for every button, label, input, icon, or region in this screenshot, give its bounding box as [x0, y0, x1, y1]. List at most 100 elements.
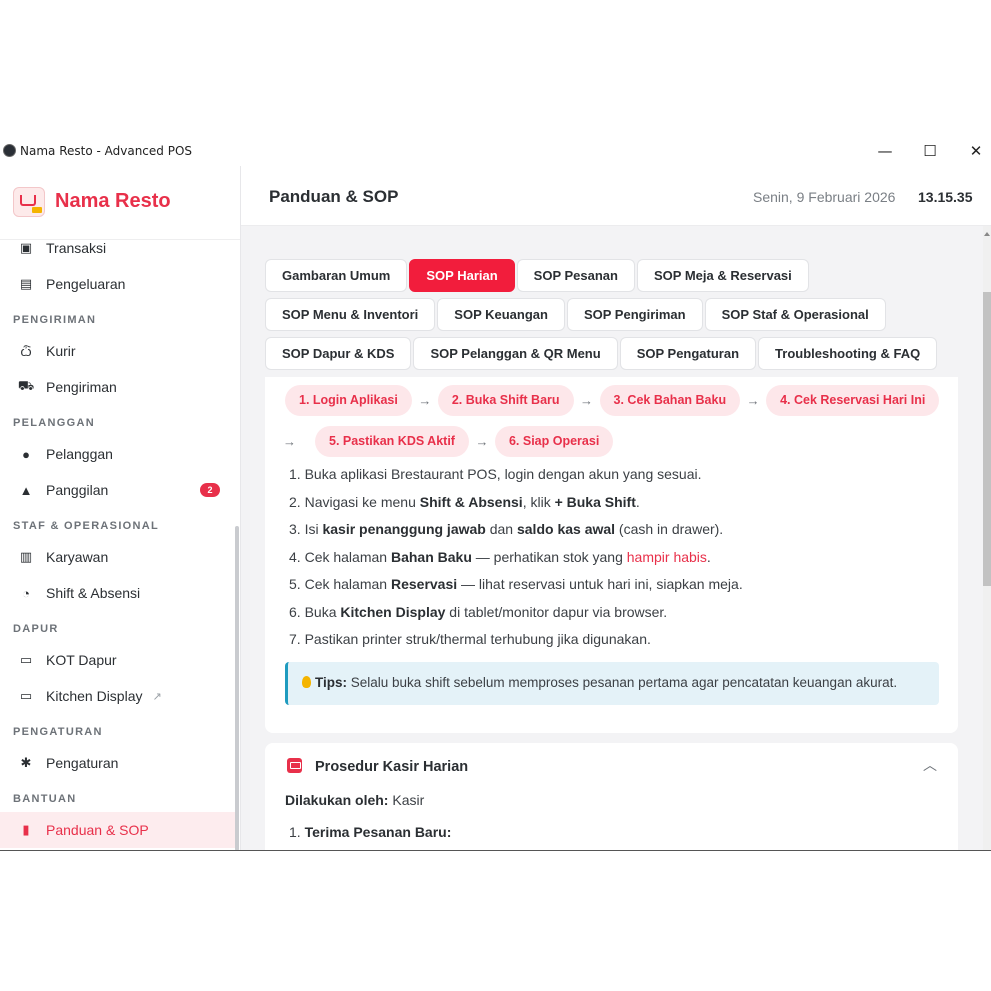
tab-sop-pengiriman[interactable]: SOP Pengiriman [566, 298, 703, 331]
steps-flow: 1. Login Aplikasi → 2. Buka Shift Baru → 3. … [283, 380, 955, 462]
tab-row: Gambaran Umum SOP Harian SOP Pesanan SOP Me… [265, 259, 955, 298]
instruction-warning: hampir habis [626, 548, 707, 565]
sidebar-item-pengiriman[interactable]: ⛟ Pengiriman [0, 369, 240, 405]
app-window: Nama Resto - Advanced POS — ☐ ✕ Nama Res… [0, 136, 991, 851]
instruction-item: 2. Navigasi ke menu Shift & Absensi, kli… [289, 493, 640, 510]
procedure-title[interactable]: Prosedur Kasir Harian [315, 759, 468, 775]
minimize-button[interactable]: — [874, 140, 896, 162]
monitor-icon: ▭ [19, 688, 33, 703]
step-pill: 6. Siap Operasi [494, 426, 614, 457]
cash-register-icon [287, 758, 302, 773]
step-pill: 2. Buka Shift Baru [437, 385, 574, 416]
scroll-thumb[interactable] [983, 292, 991, 586]
instruction-text: Cek halaman [304, 576, 391, 592]
sidebar-item-kurir[interactable]: ѽ Kurir [0, 333, 240, 369]
performer-value: Kasir [388, 792, 425, 808]
sidebar-item-label: Pelanggan [46, 446, 113, 462]
instruction-text: . [706, 548, 711, 565]
procedure-card: Prosedur Kasir Harian ︿ Dilakukan oleh: … [265, 743, 958, 850]
tab-sop-staf-operasional[interactable]: SOP Staf & Operasional [704, 298, 886, 331]
performer-label: Dilakukan oleh: [285, 792, 389, 808]
close-button[interactable]: ✕ [965, 140, 987, 162]
instruction-text: Pastikan printer struk/thermal terhubung… [304, 631, 651, 647]
arrow-right-icon: → [475, 434, 489, 449]
procedure-step-title: Terima Pesanan Baru: [304, 824, 452, 840]
instruction-item: 1. Buka aplikasi Brestaurant POS, login … [289, 466, 702, 482]
instruction-text: Buka [304, 603, 341, 620]
sidebar-item-transaksi[interactable]: ▣ Transaksi [0, 230, 240, 266]
book-icon: ▮ [22, 822, 30, 837]
sidebar-item-kitchen-display[interactable]: ▭ Kitchen Display ↗ [0, 678, 240, 714]
sidebar-item-panggilan[interactable]: ▲ Panggilan 2 [0, 472, 240, 508]
instruction-item: 3. Isi kasir penanggung jawab dan saldo … [289, 521, 724, 537]
sidebar-item-label: Pengaturan [46, 755, 119, 771]
external-link-icon: ↗ [152, 690, 162, 703]
instruction-text: Cek halaman [304, 548, 391, 565]
sidebar-item-pengaturan[interactable]: ✱ Pengaturan [0, 745, 240, 781]
sidebar-item-panduan-sop[interactable]: ▮ Panduan & SOP [0, 812, 236, 848]
tab-sop-keuangan[interactable]: SOP Keuangan [437, 298, 565, 331]
sidebar-item-label: Shift & Absensi [46, 585, 141, 601]
notification-badge: 2 [200, 483, 220, 497]
step-row: → 5. Pastikan KDS Aktif → 6. Siap Operasi [283, 421, 955, 462]
ticket-icon: ▭ [19, 652, 33, 667]
tab-sop-dapur-kds[interactable]: SOP Dapur & KDS [265, 337, 412, 370]
sidebar-nav: ▣ Transaksi ▤ Pengeluaran PENGIRIMAN ѽ Kurir ⛟ P… [0, 230, 240, 848]
brand[interactable]: Nama Resto [0, 166, 240, 240]
tab-troubleshooting-faq[interactable]: Troubleshooting & FAQ [758, 337, 938, 370]
arrow-right-icon: → [580, 393, 594, 408]
sidebar-item-label: Pengiriman [46, 379, 117, 395]
maximize-button[interactable]: ☐ [919, 140, 941, 162]
cash-icon: ▣ [19, 240, 33, 255]
instruction-emphasis: Reservasi [390, 576, 458, 592]
sidebar-item-pengeluaran[interactable]: ▤ Pengeluaran [0, 266, 240, 302]
instruction-text: dan [485, 521, 517, 537]
step-pill: 1. Login Aplikasi [285, 385, 412, 416]
bell-icon: ▲ [19, 482, 33, 498]
sidebar-section-heading: PELANGGAN [13, 417, 95, 429]
tab-sop-pelanggan-qr-menu[interactable]: SOP Pelanggan & QR Menu [413, 337, 618, 370]
sidebar-item-kot-dapur[interactable]: ▭ KOT Dapur [0, 642, 240, 678]
arrow-right-icon: → [283, 434, 296, 449]
instruction-item: 5. Cek halaman Reservasi — lihat reserva… [289, 576, 743, 592]
sidebar-section-heading: PENGIRIMAN [13, 314, 97, 326]
tab-sop-menu-inventori[interactable]: SOP Menu & Inventori [265, 298, 436, 331]
sop-harian-card: 1. Login Aplikasi → 2. Buka Shift Baru → 3. … [265, 377, 958, 733]
title-bar: Nama Resto - Advanced POS — ☐ ✕ [0, 136, 991, 166]
instruction-text: di tablet/monitor dapur via browser. [445, 603, 668, 620]
tab-sop-pengaturan[interactable]: SOP Pengaturan [619, 337, 757, 370]
sidebar: Nama Resto ▣ Transaksi ▤ Pengeluaran PENGIRI… [0, 166, 241, 850]
arrow-right-icon: → [746, 393, 760, 408]
scroll-up-icon[interactable] [984, 232, 990, 236]
brand-name: Nama Resto [55, 190, 171, 212]
tab-gambaran-umum[interactable]: Gambaran Umum [265, 259, 408, 292]
id-badge-icon: ▥ [19, 549, 33, 564]
sidebar-item-shift-absensi[interactable]: ◔ Shift & Absensi [0, 575, 240, 611]
main-scrollbar[interactable] [983, 226, 991, 850]
procedure-performer: Dilakukan oleh: Kasir [285, 792, 424, 808]
motorcycle-icon: ѽ [20, 343, 32, 359]
instruction-item: 6. Buka Kitchen Display di tablet/monito… [289, 603, 668, 620]
sidebar-item-karyawan[interactable]: ▥ Karyawan [0, 539, 240, 575]
app-icon [3, 144, 16, 157]
sidebar-section-heading: BANTUAN [13, 793, 77, 805]
step-pill: 5. Pastikan KDS Aktif [315, 426, 469, 457]
instruction-text: Navigasi ke menu [304, 493, 420, 510]
instruction-text: (cash in drawer). [615, 521, 724, 537]
sidebar-section-heading: STAF & OPERASIONAL [13, 520, 160, 532]
tab-sop-pesanan[interactable]: SOP Pesanan [516, 259, 635, 292]
chevron-up-icon[interactable]: ︿ [923, 755, 937, 775]
receipt-icon: ▤ [19, 276, 33, 291]
instruction-emphasis: Shift & Absensi [419, 493, 523, 510]
tab-row: SOP Dapur & KDS SOP Pelanggan & QR Menu SO… [265, 337, 955, 376]
instruction-emphasis: + Buka Shift [554, 493, 636, 510]
tab-sop-harian[interactable]: SOP Harian [409, 259, 515, 292]
sidebar-scrollbar[interactable] [235, 526, 239, 850]
tab-sop-meja-reservasi[interactable]: SOP Meja & Reservasi [636, 259, 809, 292]
tips-label: Tips: [315, 675, 348, 690]
sidebar-item-label: KOT Dapur [46, 652, 117, 668]
page-title: Panduan & SOP [269, 187, 399, 206]
sidebar-item-pelanggan[interactable]: ● Pelanggan [0, 436, 240, 472]
gear-icon: ✱ [20, 755, 32, 770]
sidebar-section-heading: DAPUR [13, 623, 59, 635]
